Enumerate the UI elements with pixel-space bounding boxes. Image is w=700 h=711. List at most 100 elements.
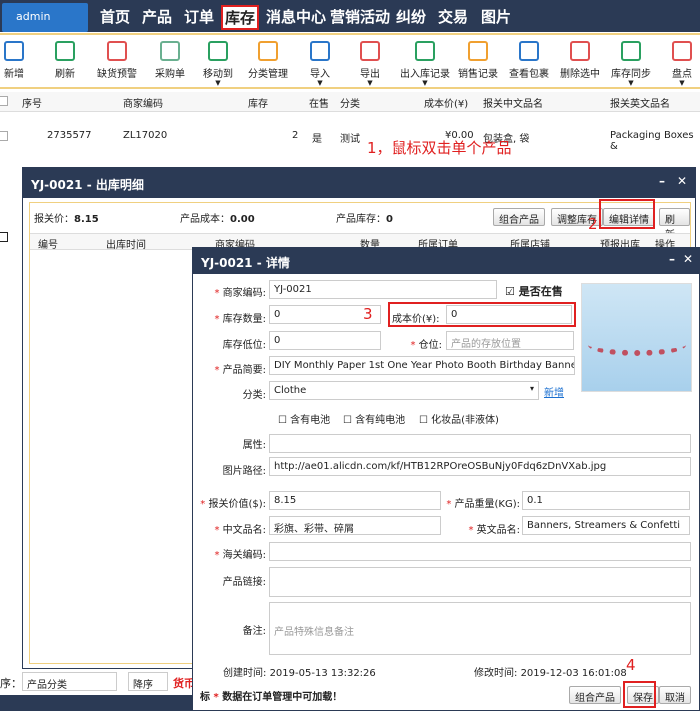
grid-plus-icon	[4, 41, 24, 61]
pure-battery-checkbox[interactable]: ☐ 含有纯电池	[343, 411, 405, 426]
add-category-link[interactable]: 新增	[544, 384, 564, 399]
note-label: 备注:	[242, 626, 266, 637]
toolbar-inventory-button[interactable]: 盘点 ▼	[652, 41, 700, 87]
toolbar-refresh-button[interactable]: 刷新	[35, 41, 95, 80]
sort-bar: 序： 产品分类 降序 货币	[0, 672, 200, 692]
toolbar-label: 刷新	[55, 69, 75, 80]
cell-id: 2735577	[47, 130, 92, 141]
note-textarea[interactable]: 产品特殊信息备注	[269, 602, 691, 655]
link-input[interactable]	[269, 567, 691, 597]
pen-icon	[621, 41, 641, 61]
cosmetics-checkbox[interactable]: ☐ 化妆品(非液体)	[419, 411, 499, 426]
col-id[interactable]: 序号	[22, 95, 42, 110]
sort-label: 序：	[0, 677, 22, 690]
low-stock-label: 库存低位:	[222, 340, 266, 351]
col-number: 编号	[38, 240, 58, 251]
nav-marketing[interactable]: 营销活动	[330, 6, 390, 27]
sku-label: * 商家编码:	[214, 288, 266, 299]
cn-name-input[interactable]: 彩旗、彩带、碎屑	[269, 516, 441, 535]
row-checkbox-checked[interactable]	[0, 232, 8, 242]
sort-field-select[interactable]: 产品分类	[22, 672, 117, 691]
hs-code-label: * 海关编码:	[214, 550, 266, 561]
close-icon[interactable]: ✕	[677, 174, 687, 188]
nav-disputes[interactable]: 纠纷	[396, 6, 426, 27]
summary-input[interactable]: DIY Monthly Paper 1st One Year Photo Boo…	[269, 356, 575, 375]
modified-time: 修改时间: 2019-12-03 16:01:08	[474, 668, 627, 679]
en-name-input[interactable]: Banners, Streamers & Confetti	[522, 516, 690, 535]
toolbar: 新增 刷新 缺货预警 采购单 移动到 ▼ 分类管理 导入 ▼ 导出 ▼ 出入库记录 ▼ 销售记录 查看包裹删…	[0, 33, 700, 89]
product-stock: 产品库存：0	[336, 214, 393, 225]
chevron-down-icon[interactable]: ▼	[340, 80, 400, 87]
combine-product-button[interactable]: 组合产品	[569, 686, 621, 704]
refresh-button[interactable]: 刷新	[659, 208, 690, 241]
cell-stock: 2	[292, 130, 299, 141]
location-label: * 仓位:	[410, 340, 442, 351]
toolbar-record-button[interactable]: 出入库记录 ▼	[395, 41, 455, 87]
chevron-down-icon[interactable]: ▼	[188, 80, 248, 87]
chevron-down-icon[interactable]: ▼	[652, 80, 700, 87]
export-icon	[360, 41, 380, 61]
sort-order-select[interactable]: 降序	[128, 672, 168, 691]
cancel-button[interactable]: 取消	[659, 686, 691, 704]
footer-note: 标 * 数据在订单管理中可加载！	[200, 692, 343, 703]
minimize-icon[interactable]: –	[659, 174, 665, 188]
inventory-icon	[672, 41, 692, 61]
annotation-step-3: 3	[363, 305, 373, 323]
select-all-checkbox[interactable]	[0, 96, 8, 106]
nav-products[interactable]: 产品	[142, 6, 172, 27]
image-path-input[interactable]: http://ae01.alicdn.com/kf/HTB12RPOreOSBu…	[269, 457, 691, 476]
attr-label: 属性:	[242, 440, 266, 451]
attr-input[interactable]	[269, 434, 691, 453]
nav-images[interactable]: 图片	[481, 6, 511, 27]
move-icon	[208, 41, 228, 61]
chevron-down-icon[interactable]: ▼	[395, 80, 455, 87]
toolbar-export-button[interactable]: 导出 ▼	[340, 41, 400, 87]
sku-input[interactable]: YJ-0021	[269, 280, 497, 299]
col-sku[interactable]: 商家编码	[123, 95, 163, 110]
battery-checkbox[interactable]: ☐ 含有电池	[278, 411, 330, 426]
annotation-step-4: 4	[626, 656, 636, 674]
cell-en-name: Packaging Boxes &	[610, 130, 694, 152]
sales-icon	[468, 41, 488, 61]
toolbar-category-button[interactable]: 分类管理	[238, 41, 298, 80]
package-icon	[519, 41, 539, 61]
link-label: 产品链接:	[222, 577, 266, 588]
highlight-box-cost	[388, 302, 576, 327]
nav-inventory[interactable]: 库存	[221, 5, 260, 30]
nav-trade[interactable]: 交易	[438, 6, 468, 27]
hs-code-input[interactable]	[269, 542, 691, 561]
qty-label: * 库存数量:	[214, 314, 266, 325]
toolbar-alarm-button[interactable]: 缺货预警	[87, 41, 147, 80]
highlight-box-edit	[599, 199, 655, 229]
combine-product-button[interactable]: 组合产品	[493, 208, 545, 226]
location-input[interactable]: 产品的存放位置	[446, 331, 574, 350]
row-checkbox[interactable]	[0, 131, 8, 141]
user-menu[interactable]: admin	[2, 3, 88, 32]
weight-input[interactable]: 0.1	[522, 491, 690, 510]
close-icon[interactable]: ✕	[683, 252, 693, 266]
detail-dialog-header: YJ-0021 - 详情 – ✕	[193, 248, 700, 274]
nav-home[interactable]: 首页	[100, 6, 130, 27]
col-category[interactable]: 分类	[340, 95, 360, 110]
col-en-name[interactable]: 报关英文品名	[610, 95, 670, 110]
declared-value-input[interactable]: 8.15	[269, 491, 441, 510]
col-cost[interactable]: 成本价(¥)	[424, 95, 468, 110]
summary-label: * 产品简要:	[214, 365, 266, 376]
alarm-icon	[107, 41, 127, 61]
category-select[interactable]: Clothe	[269, 381, 539, 400]
image-path-label: 图片路径:	[222, 466, 266, 477]
col-onsale[interactable]: 在售	[309, 95, 329, 110]
import-icon	[310, 41, 330, 61]
en-name-label: * 英文品名:	[468, 525, 520, 536]
nav-orders[interactable]: 订单	[184, 6, 214, 27]
on-sale-checkbox[interactable]: ☑ 是否在售	[505, 283, 563, 299]
chevron-down-icon[interactable]: ▾	[530, 384, 534, 393]
col-cn-name[interactable]: 报关中文品名	[483, 95, 543, 110]
cell-sku: ZL17020	[123, 130, 168, 141]
banner-decoration	[588, 334, 686, 356]
col-stock[interactable]: 库存	[248, 95, 268, 110]
nav-messages[interactable]: 消息中心	[266, 6, 326, 27]
toolbar-label: 销售记录	[458, 69, 498, 80]
annotation-step-1: 1，鼠标双击单个产品	[367, 139, 512, 157]
minimize-icon[interactable]: –	[669, 252, 675, 266]
